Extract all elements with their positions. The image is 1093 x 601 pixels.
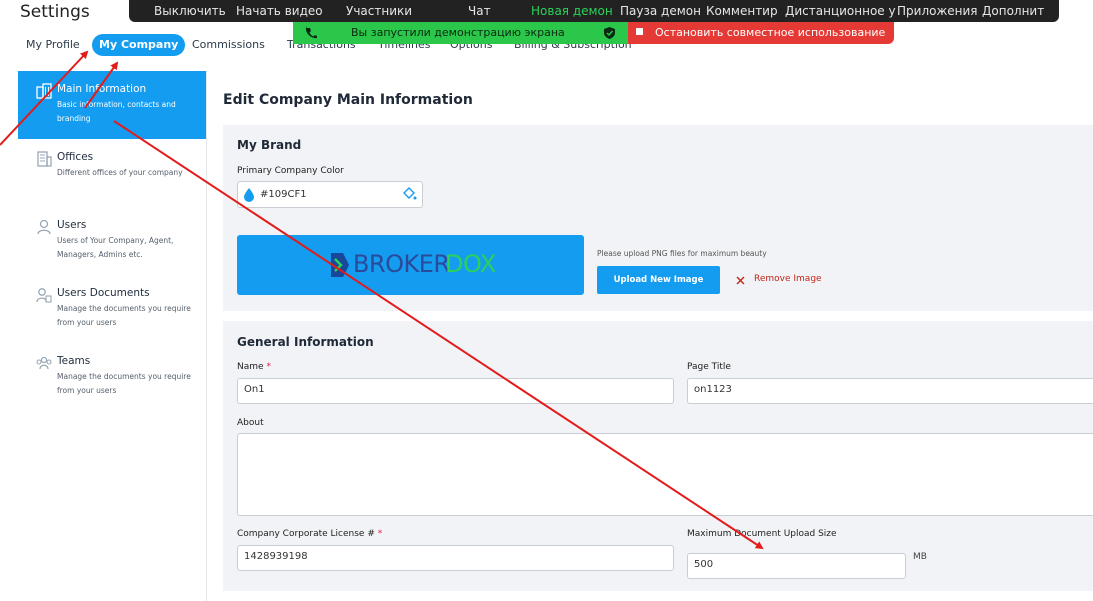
brokerdox-logo-text-broker: BROKER xyxy=(353,250,450,278)
zoom-stop-share-button[interactable]: Остановить совместное использование xyxy=(628,22,894,44)
sidebar-item-title: Offices xyxy=(57,151,94,163)
about-textarea[interactable] xyxy=(237,433,1093,516)
paint-bucket-icon[interactable] xyxy=(402,187,417,201)
zoom-toolbar: Выключить Начать видео Участники Чат Нов… xyxy=(129,0,1059,22)
close-icon[interactable] xyxy=(736,276,745,285)
page-title-label: Page Title xyxy=(687,362,731,372)
max-upload-unit: MB xyxy=(913,552,927,562)
name-input[interactable]: On1 xyxy=(237,378,674,404)
license-label: Company Corporate License # * xyxy=(237,529,382,539)
page-title: Settings xyxy=(20,2,90,22)
brand-logo-banner: BROKER DOX xyxy=(237,235,584,295)
shield-check-icon xyxy=(604,27,615,39)
max-upload-input[interactable]: 500 xyxy=(687,553,906,579)
zoom-start-video-button[interactable]: Начать видео xyxy=(236,4,323,18)
brand-card: My Brand Primary Company Color #109CF1 B… xyxy=(223,125,1093,311)
brokerdox-logo-text-dox: DOX xyxy=(445,250,496,278)
upload-new-image-button[interactable]: Upload New Image xyxy=(597,266,720,294)
upload-hint: Please upload PNG files for maximum beau… xyxy=(597,249,767,258)
required-mark: * xyxy=(266,362,271,372)
required-mark: * xyxy=(377,529,383,539)
sidebar-item-desc: Basic information, contacts and branding xyxy=(57,100,176,123)
main-panel: Edit Company Main Information My Brand P… xyxy=(207,71,1093,591)
teams-icon xyxy=(36,356,52,370)
tab-my-company[interactable]: My Company xyxy=(92,34,186,56)
tab-my-profile[interactable]: My Profile xyxy=(26,34,80,56)
remove-image-button[interactable]: Remove Image xyxy=(754,274,822,284)
zoom-more-button[interactable]: Дополнит xyxy=(982,4,1044,18)
sidebar-item-desc: Manage the documents you require from yo… xyxy=(57,304,191,327)
stop-icon xyxy=(636,28,643,35)
primary-color-field[interactable]: #109CF1 xyxy=(237,181,423,208)
zoom-pause-share-button[interactable]: Пауза демон xyxy=(620,4,701,18)
sidebar-item-title: Teams xyxy=(57,355,91,367)
brand-card-title: My Brand xyxy=(237,138,302,152)
zoom-sharing-indicator: Вы запустили демонстрацию экрана xyxy=(293,22,628,44)
primary-color-label: Primary Company Color xyxy=(237,166,344,176)
name-label-text: Name xyxy=(237,362,264,372)
office-icon xyxy=(37,151,52,167)
zoom-apps-button[interactable]: Приложения xyxy=(897,4,978,18)
brokerdox-logo-icon xyxy=(331,253,349,277)
sidebar-item-title: Users xyxy=(57,219,87,231)
page-title-input[interactable]: on1123 xyxy=(687,378,1093,404)
droplet-icon xyxy=(244,188,254,202)
sidebar-item-users-documents[interactable]: Users Documents Manage the documents you… xyxy=(18,275,206,343)
zoom-sharing-text: Вы запустили демонстрацию экрана xyxy=(351,26,565,39)
settings-sidebar: Main Information Basic information, cont… xyxy=(18,71,207,601)
name-label: Name * xyxy=(237,362,271,372)
building-icon xyxy=(36,83,52,99)
max-upload-label: Maximum Document Upload Size xyxy=(687,529,837,539)
user-document-icon xyxy=(36,288,52,303)
sidebar-item-teams[interactable]: Teams Manage the documents you require f… xyxy=(18,343,206,411)
sidebar-item-desc: Manage the documents you require from yo… xyxy=(57,372,191,395)
tab-commissions[interactable]: Commissions xyxy=(192,34,265,56)
sidebar-item-main-information[interactable]: Main Information Basic information, cont… xyxy=(18,71,206,139)
general-info-card: General Information Name * On1 Page Titl… xyxy=(223,321,1093,591)
sidebar-item-users[interactable]: Users Users of Your Company, Agent, Mana… xyxy=(18,207,206,275)
zoom-annotate-button[interactable]: Комментир xyxy=(706,4,778,18)
sidebar-item-offices[interactable]: Offices Different offices of your compan… xyxy=(18,139,206,207)
zoom-new-share-button[interactable]: Новая демон xyxy=(531,4,613,18)
sidebar-item-desc: Different offices of your company xyxy=(57,168,183,177)
user-icon xyxy=(37,219,51,235)
main-heading: Edit Company Main Information xyxy=(223,92,473,108)
license-input[interactable]: 1428939198 xyxy=(237,545,674,571)
zoom-stop-share-text: Остановить совместное использование xyxy=(655,26,886,39)
zoom-mute-button[interactable]: Выключить xyxy=(154,4,226,18)
general-info-title: General Information xyxy=(237,335,374,349)
zoom-chat-button[interactable]: Чат xyxy=(468,4,491,18)
primary-color-value: #109CF1 xyxy=(260,189,307,200)
sidebar-item-desc: Users of Your Company, Agent, Managers, … xyxy=(57,236,174,259)
sidebar-item-title: Users Documents xyxy=(57,287,150,299)
about-label: About xyxy=(237,418,264,428)
license-label-text: Company Corporate License # xyxy=(237,529,375,539)
sidebar-item-title: Main Information xyxy=(57,83,147,95)
zoom-participants-button[interactable]: Участники xyxy=(346,4,412,18)
zoom-remote-control-button[interactable]: Дистанционное у xyxy=(785,4,896,18)
phone-icon xyxy=(305,27,317,39)
